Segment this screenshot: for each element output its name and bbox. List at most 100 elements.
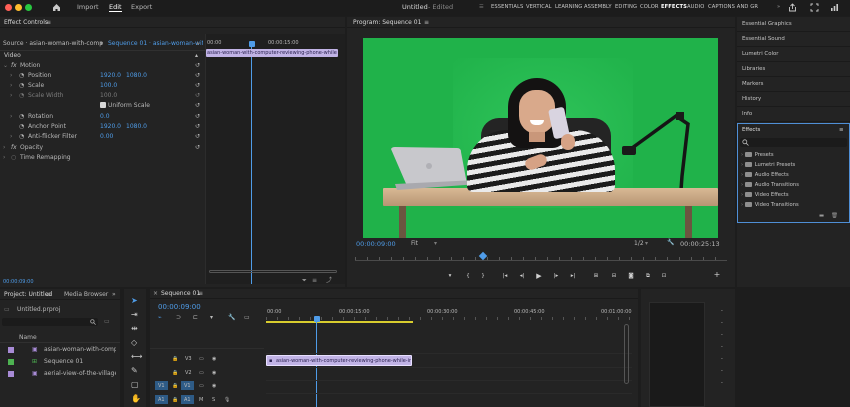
anchor-stopwatch-icon[interactable]: ◔ — [19, 123, 24, 131]
rotation-reset-icon[interactable]: ↺ — [195, 113, 200, 121]
timeline-playhead-handle[interactable] — [314, 316, 320, 322]
fx-motion-icon[interactable]: fx — [11, 62, 17, 70]
uniform-scale-checkbox[interactable] — [100, 102, 106, 108]
zoom-window-button[interactable] — [25, 4, 32, 11]
go-to-in-icon[interactable]: |◂ — [500, 272, 510, 280]
rotation-value[interactable]: 0.0 — [100, 113, 110, 121]
position-y-value[interactable]: 1080.0 — [126, 72, 147, 80]
ws-editing[interactable]: EDITING — [615, 4, 637, 10]
effect-controls-tab[interactable]: Effect Controls — [4, 19, 48, 27]
effects-title[interactable]: Effects — [742, 127, 760, 133]
ws-effects[interactable]: EFFECTS — [661, 4, 687, 10]
project-menu-icon[interactable]: ≡ — [46, 291, 51, 299]
wrench-icon[interactable]: 🔧 — [228, 314, 235, 322]
proxy-toggle-icon[interactable]: ⊡ — [659, 272, 669, 280]
track-v2-label[interactable]: V2 — [185, 370, 192, 376]
source-chevron-icon[interactable]: ▾ — [100, 40, 103, 48]
program-timecode[interactable]: 00:00:09:00 — [356, 240, 396, 248]
markers-tab[interactable]: Markers — [742, 81, 763, 87]
snap-icon[interactable]: ⌁ — [158, 314, 162, 322]
close-window-button[interactable] — [5, 4, 12, 11]
effects-menu-icon[interactable]: ≡ — [839, 127, 844, 133]
effects-tree-video-transitions[interactable]: › Video Transitions — [741, 202, 799, 208]
ws-audio[interactable]: AUDIO — [687, 4, 704, 10]
flicker-expand-icon[interactable]: › — [10, 133, 12, 141]
project-tab[interactable]: Project: Untitled — [4, 291, 52, 299]
effects-tree-lumetri-presets[interactable]: › Lumetri Presets — [741, 162, 795, 168]
ec-clip-bar[interactable]: asian-woman-with-computer-reviewing-phon… — [206, 49, 338, 57]
flicker-value[interactable]: 0.00 — [100, 133, 113, 141]
fit-dropdown[interactable]: Fit — [411, 240, 418, 248]
ec-menu-icon[interactable]: ≡ — [312, 277, 317, 285]
wrench-icon[interactable]: 🔧 — [667, 239, 674, 247]
share-icon[interactable] — [788, 3, 797, 12]
remap-expand-icon[interactable]: › — [3, 154, 5, 162]
track-v1-label[interactable]: V1 — [184, 383, 191, 389]
more-workspaces-icon[interactable]: » — [777, 4, 780, 10]
ws-color[interactable]: COLOR — [640, 4, 659, 10]
ripple-edit-tool-icon[interactable]: ⇹ — [131, 325, 138, 333]
marker-icon[interactable]: ▾ — [445, 272, 455, 280]
motion-reset-icon[interactable]: ↺ — [195, 62, 200, 70]
extract-icon[interactable]: ⊟ — [609, 272, 619, 280]
fx-remap-icon[interactable]: ○ — [11, 154, 16, 162]
ec-scrollbar[interactable] — [209, 270, 337, 273]
more-panels-icon[interactable]: » — [112, 291, 116, 299]
sequence-tab[interactable]: Sequence 01 — [161, 290, 200, 298]
solo-icon[interactable]: S — [212, 397, 215, 403]
new-bin-icon[interactable]: ▬ — [819, 213, 824, 219]
ws-assembly[interactable]: ASSEMBLY — [584, 4, 612, 10]
step-forward-icon[interactable]: |▸ — [551, 272, 561, 280]
sync-lock-icon[interactable]: ▭ — [199, 356, 204, 362]
slip-tool-icon[interactable]: ⟷ — [131, 353, 142, 361]
essential-graphics-tab[interactable]: Essential Graphics — [742, 21, 792, 27]
export-frame-icon[interactable]: ⤴ — [326, 277, 332, 285]
sequence-menu-icon[interactable]: ≡ — [198, 290, 203, 298]
flicker-reset-icon[interactable]: ↺ — [195, 133, 200, 141]
anchor-y-value[interactable]: 1080.0 — [126, 123, 147, 131]
scale-width-expand-icon[interactable]: › — [10, 92, 12, 100]
label-color-swatch[interactable] — [8, 371, 14, 377]
effects-tree-video-effects[interactable]: › Video Effects — [741, 192, 789, 198]
effects-tree-audio-transitions[interactable]: › Audio Transitions — [741, 182, 799, 188]
lock-icon[interactable]: 🔒 — [172, 356, 178, 362]
lock-icon[interactable]: 🔒 — [172, 370, 178, 376]
project-item-name[interactable]: asian-woman-with-compute — [44, 346, 116, 354]
motion-expand-icon[interactable]: ⌄ — [3, 62, 8, 70]
close-sequence-icon[interactable]: × — [153, 290, 158, 298]
pen-tool-icon[interactable]: ✎ — [131, 367, 138, 375]
new-bin-icon[interactable]: ▭ — [104, 318, 110, 326]
minimize-window-button[interactable] — [15, 4, 22, 11]
timeline-clip-v3[interactable]: ▪ asian-woman-with-computer-reviewing-ph… — [266, 355, 412, 366]
lift-icon[interactable]: ⊞ — [591, 272, 601, 280]
lumetri-color-tab[interactable]: Lumetri Color — [742, 51, 779, 57]
mute-icon[interactable]: M — [199, 397, 203, 403]
razor-tool-icon[interactable]: ◇ — [131, 339, 137, 347]
essential-sound-tab[interactable]: Essential Sound — [742, 36, 785, 42]
position-stopwatch-icon[interactable]: ◔ — [19, 72, 24, 80]
panel-menu-icon[interactable]: ≡ — [46, 19, 51, 27]
rotation-expand-icon[interactable]: › — [10, 113, 12, 121]
eye-icon[interactable]: ◉ — [212, 356, 216, 362]
uniform-reset-icon[interactable]: ↺ — [195, 102, 200, 110]
anchor-x-value[interactable]: 1920.0 — [100, 123, 121, 131]
eye-icon[interactable]: ◉ — [212, 383, 216, 389]
filter-icon[interactable]: ⏷ — [302, 277, 307, 285]
effect-controls-timeline[interactable] — [205, 34, 345, 284]
captions-icon[interactable]: ▭ — [244, 314, 250, 322]
scale-width-stopwatch-icon[interactable]: ◔ — [19, 92, 24, 100]
track-v3-label[interactable]: V3 — [185, 356, 192, 362]
lock-icon[interactable]: 🔒 — [172, 383, 178, 389]
step-back-icon[interactable]: ◂| — [517, 272, 527, 280]
ec-playhead-handle[interactable] — [249, 41, 255, 47]
ws-vertical[interactable]: VERTICAL — [526, 4, 552, 10]
scroll-up-icon[interactable]: ▴ — [195, 52, 198, 60]
flicker-stopwatch-icon[interactable]: ◔ — [19, 133, 24, 141]
marker-add-icon[interactable]: ▾ — [210, 314, 213, 322]
scale-expand-icon[interactable]: › — [10, 82, 12, 90]
eye-icon[interactable]: ◉ — [212, 370, 216, 376]
video-frame[interactable] — [363, 38, 718, 238]
progress-icon[interactable] — [830, 3, 839, 12]
sync-lock-icon[interactable]: ▭ — [199, 370, 204, 376]
program-scrub-bar[interactable] — [355, 260, 727, 261]
